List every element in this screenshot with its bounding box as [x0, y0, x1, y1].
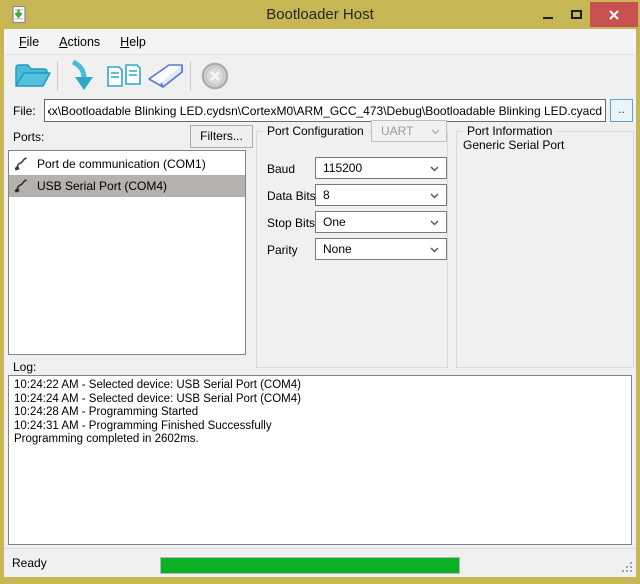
chevron-down-icon: [430, 193, 439, 199]
baud-dropdown[interactable]: 115200: [315, 157, 447, 179]
log-line: 10:24:24 AM - Selected device: USB Seria…: [14, 393, 626, 407]
program-button[interactable]: [61, 58, 103, 94]
program-arrow-icon: [69, 60, 95, 92]
abort-circle-x-icon: [200, 61, 230, 91]
chevron-down-icon: [430, 247, 439, 253]
file-label: File:: [13, 104, 36, 118]
stop-bits-value: One: [323, 215, 346, 229]
toolbar-separator: [190, 61, 191, 91]
log-line: Programming completed in 2602ms.: [14, 433, 626, 447]
menu-item-help[interactable]: Help: [110, 31, 156, 53]
log-output[interactable]: 10:24:22 AM - Selected device: USB Seria…: [8, 375, 632, 545]
status-text: Ready: [12, 556, 47, 570]
parity-dropdown[interactable]: None: [315, 238, 447, 260]
resize-grip[interactable]: [622, 562, 633, 573]
client-area: File Actions Help: [4, 29, 636, 577]
erase-button[interactable]: [145, 58, 187, 94]
eraser-icon: [146, 62, 186, 90]
chevron-down-icon: [430, 220, 439, 226]
verify-button[interactable]: [103, 58, 145, 94]
minimize-button[interactable]: [534, 2, 562, 27]
parity-value: None: [323, 242, 352, 256]
port-config-title: Port Configuration: [263, 124, 368, 138]
stop-bits-dropdown[interactable]: One: [315, 211, 447, 233]
menu-item-actions[interactable]: Actions: [49, 31, 110, 53]
port-info-group: Port Information Generic Serial Port: [456, 131, 634, 368]
port-label: Port de communication (COM1): [37, 157, 206, 171]
filters-button[interactable]: Filters...: [190, 125, 253, 148]
progress-bar: [160, 557, 460, 574]
maximize-button[interactable]: [562, 2, 590, 27]
chevron-down-icon: [431, 129, 440, 135]
abort-button[interactable]: [194, 58, 236, 94]
log-line: 10:24:22 AM - Selected device: USB Seria…: [14, 379, 626, 393]
baud-label: Baud: [267, 162, 295, 176]
folder-open-icon: [14, 61, 52, 91]
port-config-group: Port Configuration UART Baud 115200 Data…: [256, 131, 448, 368]
data-bits-dropdown[interactable]: 8: [315, 184, 447, 206]
verify-documents-icon: [106, 61, 142, 91]
progress-fill: [161, 558, 459, 573]
protocol-value: UART: [381, 124, 413, 138]
ports-list: Port de communication (COM1) USB Serial …: [8, 150, 246, 355]
log-label: Log:: [13, 360, 36, 374]
menubar: File Actions Help: [4, 29, 636, 55]
menu-item-file[interactable]: File: [9, 31, 49, 53]
toolbar: [4, 56, 636, 96]
serial-port-icon: [14, 157, 28, 171]
file-path-input[interactable]: [44, 99, 606, 122]
open-file-button[interactable]: [12, 58, 54, 94]
port-info-text: Generic Serial Port: [463, 138, 564, 152]
protocol-dropdown[interactable]: UART: [371, 120, 447, 142]
bootloader-host-window: Bootloader Host File Actions Help: [0, 0, 640, 584]
close-button[interactable]: [590, 2, 638, 27]
status-bar: Ready: [4, 548, 636, 577]
close-icon: [608, 9, 620, 21]
toolbar-separator: [57, 61, 58, 91]
data-bits-value: 8: [323, 188, 330, 202]
data-bits-label: Data Bits: [267, 189, 316, 203]
log-line: 10:24:31 AM - Programming Finished Succe…: [14, 420, 626, 434]
port-list-item[interactable]: Port de communication (COM1): [9, 153, 245, 175]
maximize-icon: [571, 10, 582, 19]
chevron-down-icon: [430, 166, 439, 172]
serial-port-icon: [14, 179, 28, 193]
minimize-icon: [543, 17, 553, 19]
window-controls: [534, 2, 638, 27]
browse-button[interactable]: ..: [610, 99, 633, 122]
ports-label: Ports:: [13, 130, 44, 144]
parity-label: Parity: [267, 243, 298, 257]
port-info-title: Port Information: [463, 124, 556, 138]
port-list-item[interactable]: USB Serial Port (COM4): [9, 175, 245, 197]
log-line: 10:24:28 AM - Programming Started: [14, 406, 626, 420]
stop-bits-label: Stop Bits: [267, 216, 315, 230]
window-titlebar: Bootloader Host: [0, 0, 640, 29]
port-label: USB Serial Port (COM4): [37, 179, 167, 193]
baud-value: 115200: [323, 161, 362, 175]
